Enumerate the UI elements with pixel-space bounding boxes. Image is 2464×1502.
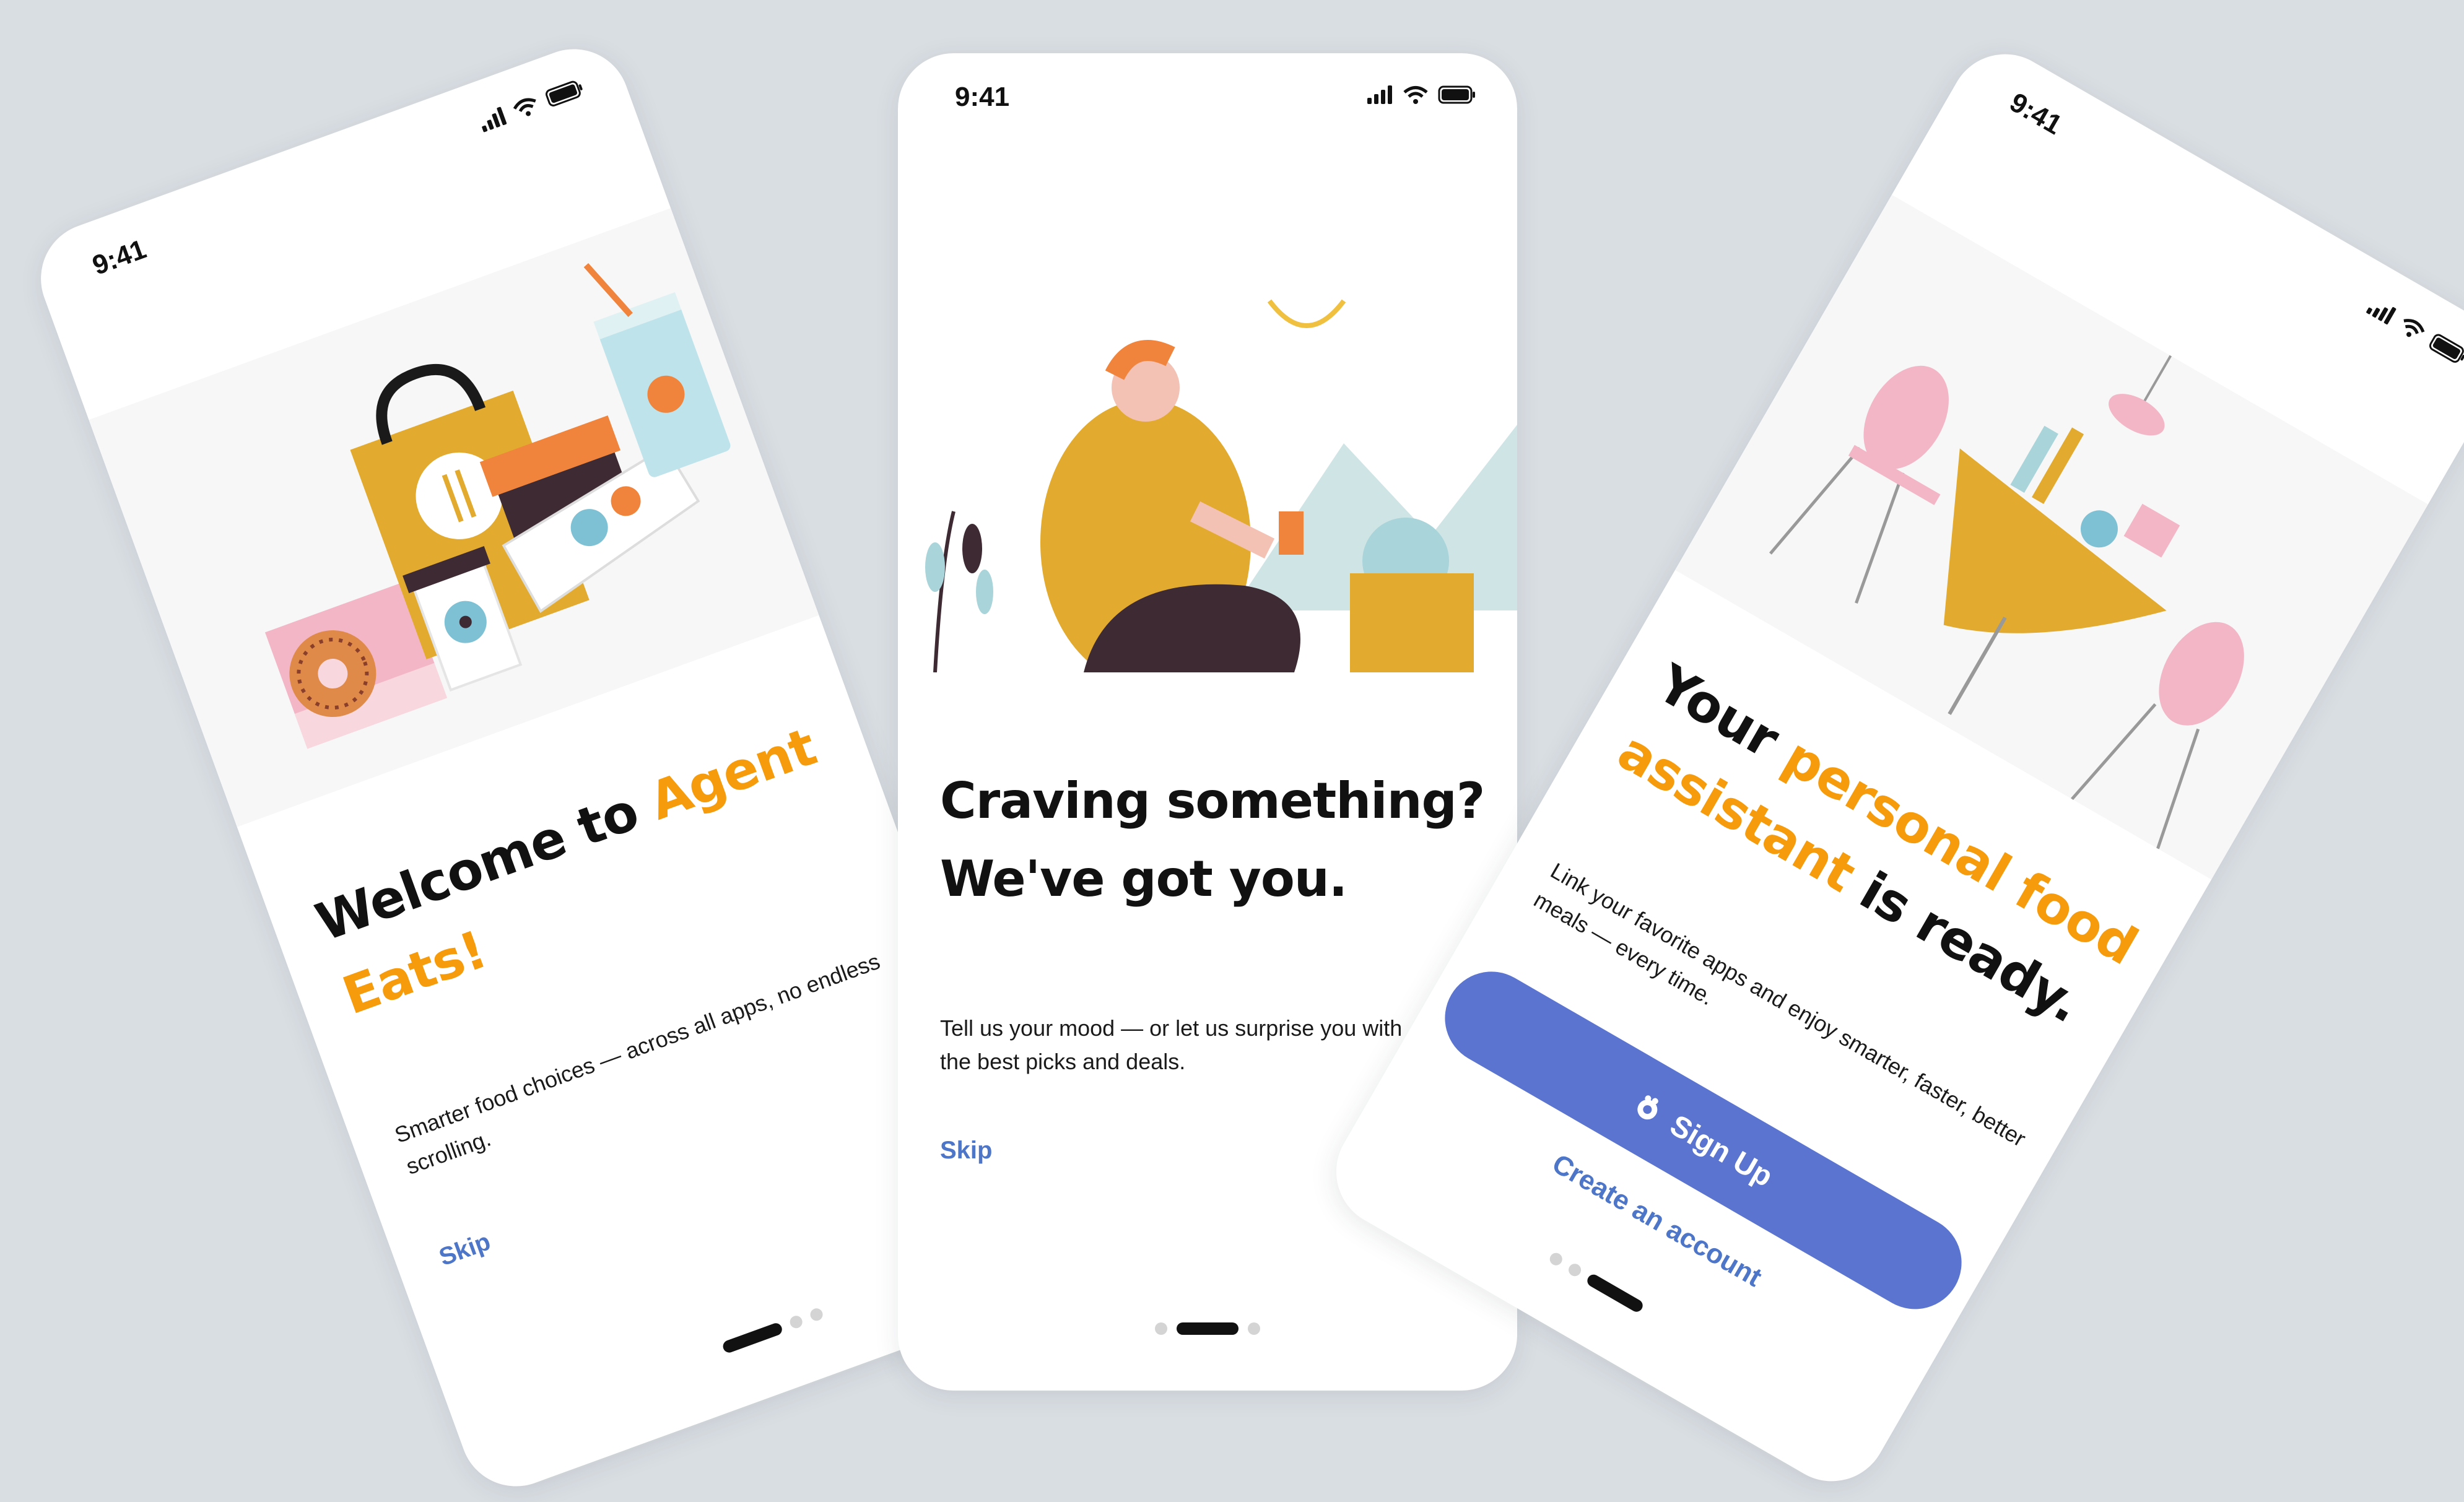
page-dot-active: [1177, 1322, 1239, 1335]
status-time: 9:41: [88, 233, 150, 281]
page-dot: [1248, 1322, 1260, 1335]
page-dot-active: [723, 1323, 782, 1353]
page-title: Craving something? We've got you.: [940, 772, 1485, 908]
battery-icon: [2429, 334, 2464, 363]
status-bar: 9:41: [898, 53, 1517, 146]
battery-icon: [546, 80, 583, 106]
food-delivery-illustration: [89, 208, 819, 827]
status-time: 9:41: [2005, 87, 2067, 141]
skip-button[interactable]: Skip: [435, 1228, 494, 1272]
sign-up-label: Sign Up: [1665, 1108, 1778, 1194]
signal-icon: [482, 106, 507, 132]
wifi-icon: [1403, 86, 1428, 104]
wifi-icon: [2403, 319, 2425, 337]
page-dot: [1569, 1264, 1582, 1277]
battery-icon: [1438, 85, 1475, 104]
page-indicator: [1155, 1322, 1260, 1335]
page-dot: [810, 1308, 823, 1321]
signal-icon: [2366, 306, 2397, 324]
page-dot-active: [1587, 1274, 1643, 1312]
wifi-icon: [513, 98, 536, 116]
signal-icon: [1367, 85, 1392, 104]
page-dot: [1155, 1322, 1167, 1335]
status-time: 9:41: [955, 82, 1010, 112]
page-dot: [790, 1316, 803, 1329]
person-eating-illustration: [898, 239, 1517, 672]
hand-wave-icon: [1637, 1095, 1659, 1120]
page-dot: [1549, 1252, 1562, 1265]
onboarding-description: Tell us your mood — or let us surprise y…: [940, 1015, 1403, 1074]
skip-button[interactable]: Skip: [940, 1137, 992, 1165]
